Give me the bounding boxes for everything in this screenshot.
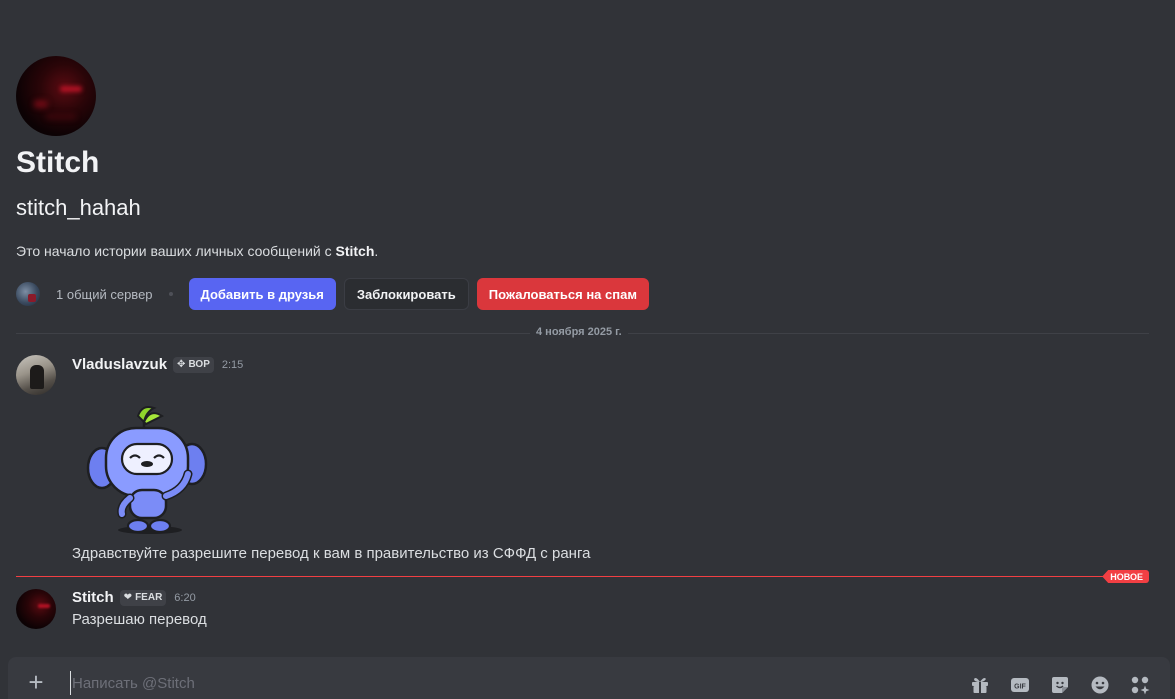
message-avatar[interactable]: [16, 589, 56, 629]
profile-actions-row: 1 общий сервер Добавить в друзья Заблоки…: [16, 278, 649, 310]
block-button[interactable]: Заблокировать: [343, 278, 469, 310]
new-messages-divider: [16, 576, 1149, 577]
separator-dot: [168, 292, 173, 296]
server-tag[interactable]: ❤ FEAR: [119, 589, 167, 606]
message-content: Здравствуйте разрешите перевод к вам в п…: [72, 545, 591, 562]
emoji-icon[interactable]: [1090, 675, 1110, 695]
server-tag-label: FEAR: [135, 592, 163, 603]
heart-icon: ❤: [123, 592, 133, 603]
server-tag[interactable]: ✥ ВОР: [173, 356, 214, 373]
dm-intro-text: Это начало истории ваших личных сообщени…: [16, 243, 378, 259]
message-header: Vladuslavzuk ✥ ВОР 2:15: [72, 356, 243, 373]
message-timestamp[interactable]: 2:15: [222, 359, 243, 371]
gif-icon[interactable]: GIF: [1010, 675, 1030, 695]
message-author[interactable]: Vladuslavzuk: [72, 356, 167, 373]
add-friend-button[interactable]: Добавить в друзья: [188, 278, 336, 310]
message-content: Разрешаю перевод: [72, 611, 207, 628]
mutual-servers-link[interactable]: 1 общий сервер: [56, 287, 153, 302]
new-messages-badge: НОВОЕ: [1102, 570, 1149, 583]
message-composer: + GIF: [8, 657, 1170, 699]
report-spam-button[interactable]: Пожаловаться на спам: [476, 278, 649, 310]
gift-icon[interactable]: [970, 675, 990, 695]
dm-channel: Stitch stitch_hahah Это начало истории в…: [0, 0, 1175, 699]
intro-prefix: Это начало истории ваших личных сообщени…: [16, 243, 336, 259]
apps-icon[interactable]: [1130, 675, 1150, 695]
message-header: Stitch ❤ FEAR 6:20: [72, 589, 196, 606]
message-timestamp[interactable]: 6:20: [174, 592, 195, 604]
wumpus-sticker[interactable]: [80, 402, 215, 537]
sticker-icon[interactable]: [1050, 675, 1070, 695]
profile-display-name: Stitch: [16, 146, 100, 179]
server-tag-label: ВОР: [188, 359, 210, 370]
intro-name: Stitch: [335, 243, 375, 259]
profile-avatar[interactable]: [16, 56, 96, 136]
svg-text:GIF: GIF: [1014, 684, 1026, 691]
guild-tag-icon: ✥: [177, 359, 186, 370]
profile-username: stitch_hahah: [16, 195, 141, 220]
date-divider-label: 4 ноября 2025 г.: [530, 326, 628, 338]
message-author[interactable]: Stitch: [72, 589, 114, 606]
plus-icon[interactable]: +: [24, 669, 48, 695]
intro-suffix: .: [374, 243, 379, 259]
message-input[interactable]: [70, 671, 890, 695]
mutual-server-icon[interactable]: [16, 282, 40, 306]
message-avatar[interactable]: [16, 355, 56, 395]
